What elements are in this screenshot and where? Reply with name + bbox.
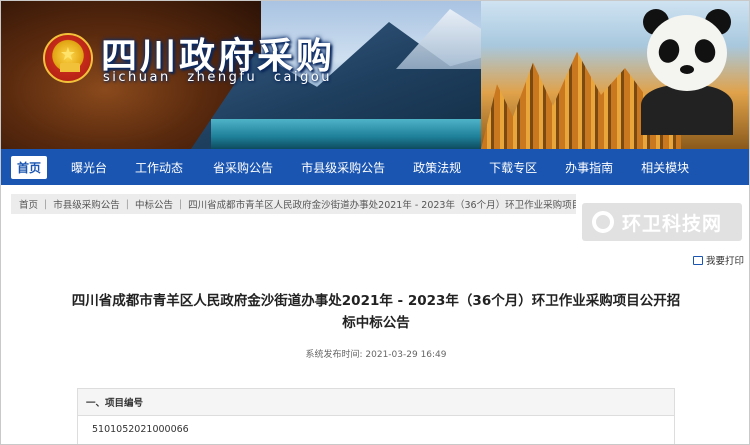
document-title-line-2: 标中标公告 <box>342 315 410 331</box>
watermark: 环卫科技网 <box>582 203 742 241</box>
breadcrumb: 首页 | 市县级采购公告 | 中标公告 | 四川省成都市青羊区人民政府金沙街道办… <box>11 194 576 214</box>
breadcrumb-city-county[interactable]: 市县级采购公告 <box>53 197 120 211</box>
nav-item-provincial-notices[interactable]: 省采购公告 <box>203 159 283 176</box>
nav-item-work-news[interactable]: 工作动态 <box>125 159 193 176</box>
breadcrumb-separator: | <box>44 198 48 210</box>
breadcrumb-separator: | <box>178 198 183 210</box>
section-heading: 一、项目编号 <box>78 389 674 416</box>
nav-item-related[interactable]: 相关模块 <box>631 159 699 176</box>
publish-time-value: 2021-03-29 16:49 <box>365 350 447 360</box>
project-number-value: 5101052021000066 <box>92 424 189 435</box>
project-number-section: 一、项目编号 5101052021000066 <box>77 388 675 444</box>
site-subtitle: sichuan zhengfu caigou <box>103 70 333 85</box>
publish-time-label: 系统发布时间: <box>305 350 363 360</box>
print-link[interactable]: 我要打印 <box>693 253 744 267</box>
nav-item-guide[interactable]: 办事指南 <box>555 159 623 176</box>
national-emblem-logo[interactable]: ★ <box>43 33 93 83</box>
nav-item-home[interactable]: 首页 <box>11 155 48 179</box>
breadcrumb-separator: | <box>125 198 129 210</box>
panda-image <box>641 9 733 135</box>
main-nav: 首页 曝光台 工作动态 省采购公告 市县级采购公告 政策法规 下载专区 办事指南… <box>1 149 749 185</box>
nav-item-city-county-notices[interactable]: 市县级采购公告 <box>291 159 395 176</box>
watermark-ring-icon <box>592 211 614 233</box>
watermark-text: 环卫科技网 <box>622 212 723 235</box>
nav-item-exposure[interactable]: 曝光台 <box>61 159 117 176</box>
breadcrumb-home[interactable]: 首页 <box>19 197 38 211</box>
page-frame: ★ 四川政府采购 sichuan zhengfu caigou 首页 曝光台 工… <box>0 0 750 445</box>
document-title-line-1: 四川省成都市青羊区人民政府金沙街道办事处2021年 - 2023年（36个月）环… <box>71 293 681 309</box>
breadcrumb-current: 四川省成都市青羊区人民政府金沙街道办事处2021年 - 2023年（36个月）环… <box>188 200 576 211</box>
nav-item-downloads[interactable]: 下载专区 <box>479 159 547 176</box>
breadcrumb-award-notice[interactable]: 中标公告 <box>135 197 173 211</box>
nav-item-policy[interactable]: 政策法规 <box>403 159 471 176</box>
publish-time: 系统发布时间: 2021-03-29 16:49 <box>1 347 749 360</box>
printer-icon <box>693 255 703 265</box>
print-label: 我要打印 <box>706 256 745 267</box>
site-banner: ★ 四川政府采购 sichuan zhengfu caigou <box>1 1 749 149</box>
document-title: 四川省成都市青羊区人民政府金沙街道办事处2021年 - 2023年（36个月）环… <box>41 290 711 334</box>
